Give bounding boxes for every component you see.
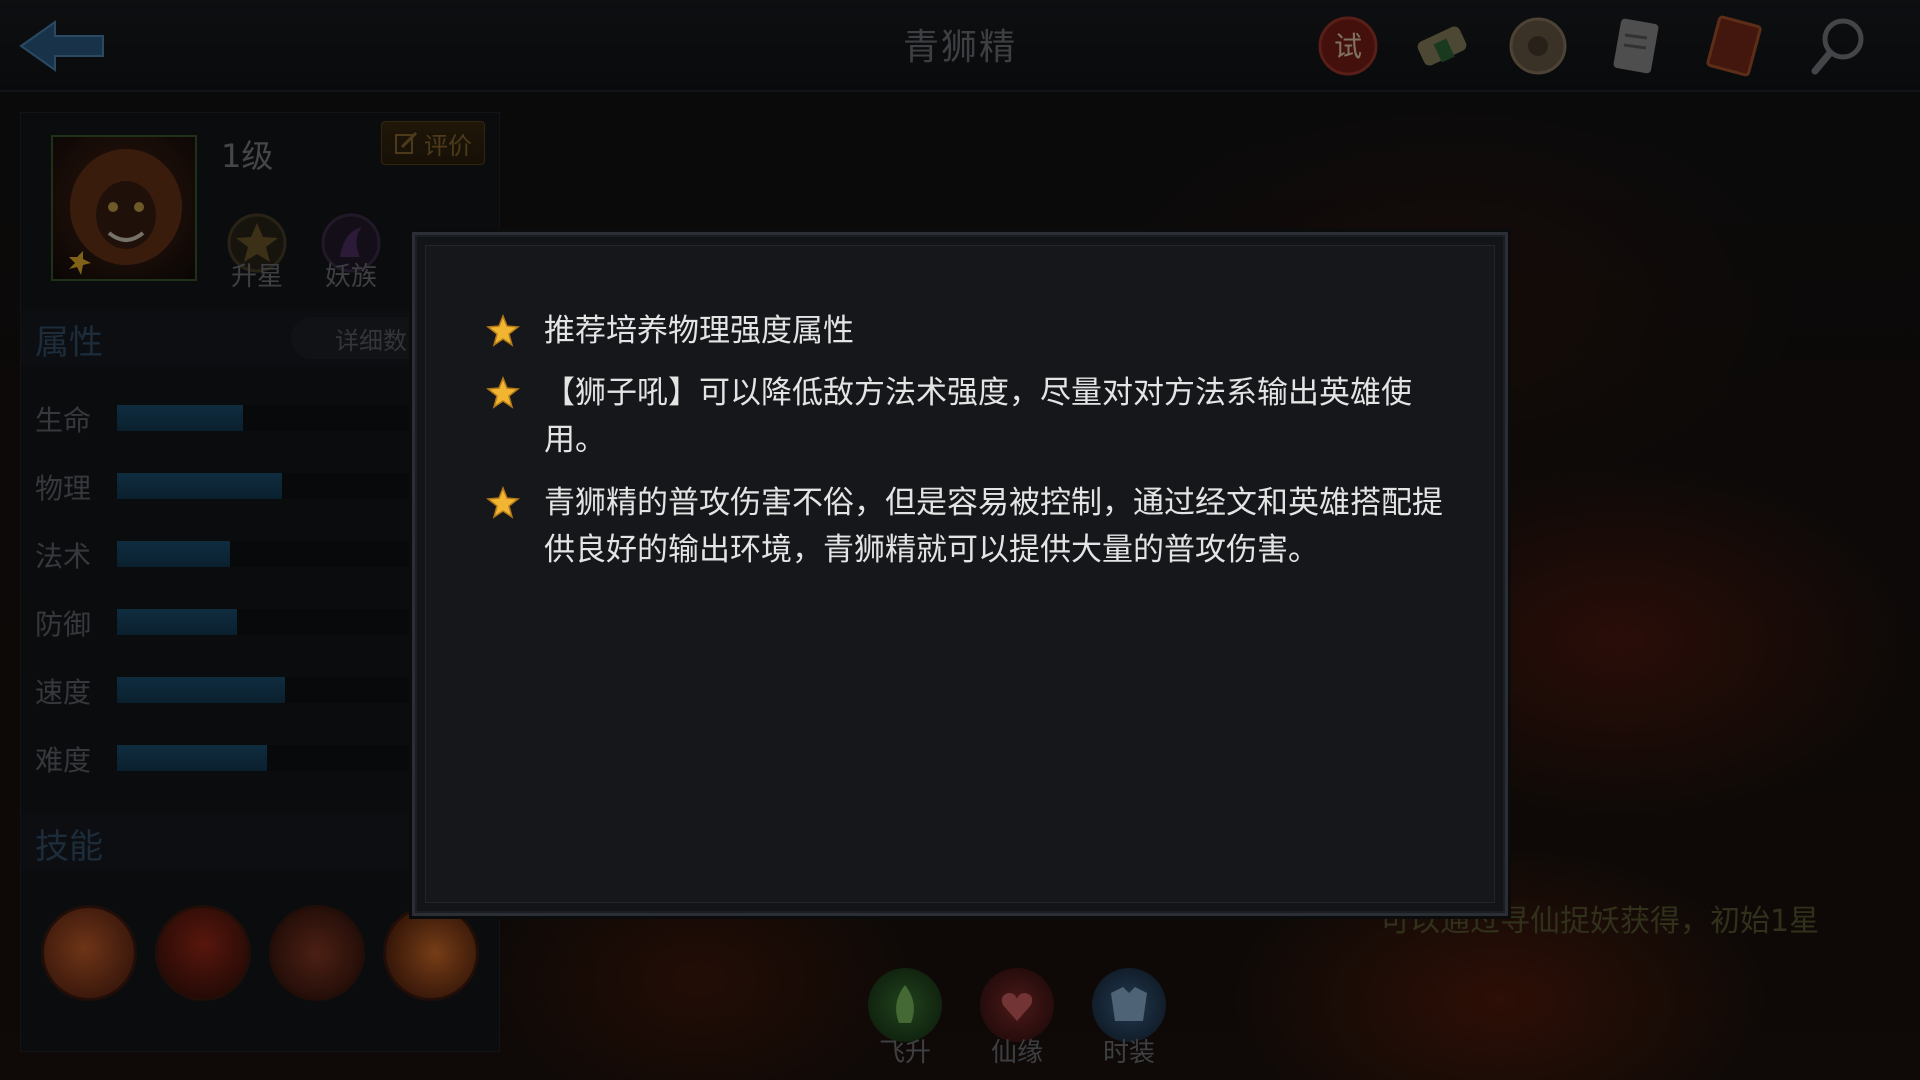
hero-tips-dialog: 推荐培养物理强度属性 【狮子吼】可以降低敌方法术强度，尽量对对方法系输出英雄使用… (412, 232, 1508, 916)
tip-text: 青狮精的普攻伤害不俗，但是容易被控制，通过经文和英雄搭配提供良好的输出环境，青狮… (544, 485, 1443, 568)
star-icon (486, 314, 520, 347)
tip-text: 推荐培养物理强度属性 (544, 313, 854, 349)
star-icon (486, 486, 520, 519)
dialog-content: 推荐培养物理强度属性 【狮子吼】可以降低敌方法术强度，尽量对对方法系输出英雄使用… (425, 245, 1495, 903)
star-icon (486, 376, 520, 409)
tip-text: 【狮子吼】可以降低敌方法术强度，尽量对对方法系输出英雄使用。 (544, 375, 1412, 458)
